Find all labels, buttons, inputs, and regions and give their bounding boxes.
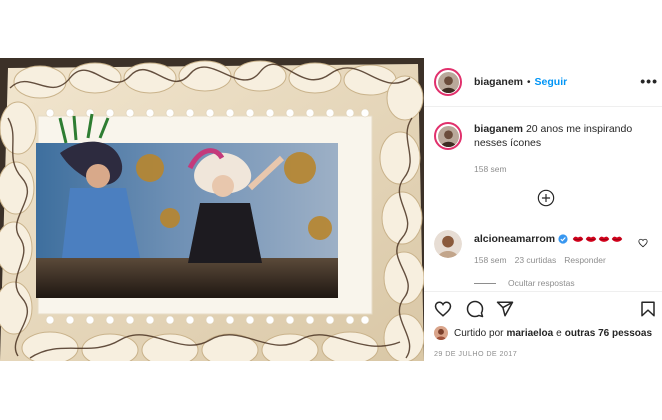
actions-divider xyxy=(424,291,662,292)
reply-button[interactable]: Responder xyxy=(564,255,606,265)
instagram-post: biaganem • Seguir ••• biaganem 20 anos m… xyxy=(0,58,662,361)
comment-timestamp[interactable]: 158 sem xyxy=(474,255,507,265)
comment-icon[interactable] xyxy=(466,300,484,318)
follow-button[interactable]: Seguir xyxy=(535,76,568,88)
liked-by-prefix: Curtido por xyxy=(454,327,504,339)
heart-icon[interactable] xyxy=(434,300,452,318)
hide-replies-label: Ocultar respostas xyxy=(508,278,575,288)
header-divider xyxy=(424,106,662,107)
author-avatar[interactable] xyxy=(434,68,462,96)
bookmark-icon[interactable] xyxy=(639,300,657,318)
commenter-username[interactable]: alcioneamarrom xyxy=(474,232,555,246)
comment-item: alcioneamarrom xyxy=(434,230,654,258)
hide-replies-button[interactable]: Ocultar respostas xyxy=(474,278,575,288)
caption-timestamp[interactable]: 158 sem xyxy=(474,164,507,174)
hide-replies-line xyxy=(474,282,496,284)
verified-badge-icon xyxy=(558,234,568,244)
more-icon[interactable]: ••• xyxy=(640,74,658,88)
author-username[interactable]: biaganem xyxy=(474,76,523,88)
post-sidebar: biaganem • Seguir ••• biaganem 20 anos m… xyxy=(424,58,662,361)
lips-emoji xyxy=(585,236,597,242)
comment-body: alcioneamarrom xyxy=(474,232,623,246)
header-separator: • xyxy=(527,76,531,88)
post-actions xyxy=(434,300,656,320)
post-header: biaganem • Seguir ••• xyxy=(434,66,662,98)
post-date[interactable]: 29 DE JULHO DE 2017 xyxy=(434,349,517,358)
liked-by-user[interactable]: mariaeloa xyxy=(506,328,553,339)
add-circle-icon[interactable] xyxy=(537,189,555,207)
share-icon[interactable] xyxy=(496,300,514,318)
comment-text-emojis xyxy=(572,235,623,243)
comment-meta: 158 sem 23 curtidas Responder xyxy=(474,255,606,265)
liked-by-joiner: e xyxy=(556,327,562,339)
caption-username[interactable]: biaganem xyxy=(474,123,523,135)
post-caption: biaganem 20 anos me inspirando nesses íc… xyxy=(434,122,654,150)
lips-emoji xyxy=(611,236,623,242)
caption-avatar[interactable] xyxy=(434,122,462,150)
post-photo[interactable] xyxy=(0,58,424,361)
comment-likes-count[interactable]: 23 curtidas xyxy=(515,255,557,265)
liked-by-others[interactable]: outras 76 pessoas xyxy=(565,328,652,339)
cake-photo-image xyxy=(0,58,424,361)
lips-emoji xyxy=(572,236,584,242)
commenter-avatar[interactable] xyxy=(434,230,462,258)
liked-by-summary: Curtido por mariaeloa e outras 76 pessoa… xyxy=(434,326,655,340)
liker-avatar[interactable] xyxy=(434,326,448,340)
caption-body: biaganem 20 anos me inspirando nesses íc… xyxy=(474,122,644,150)
lips-emoji xyxy=(598,236,610,242)
comment-like-heart-icon[interactable] xyxy=(638,238,648,248)
